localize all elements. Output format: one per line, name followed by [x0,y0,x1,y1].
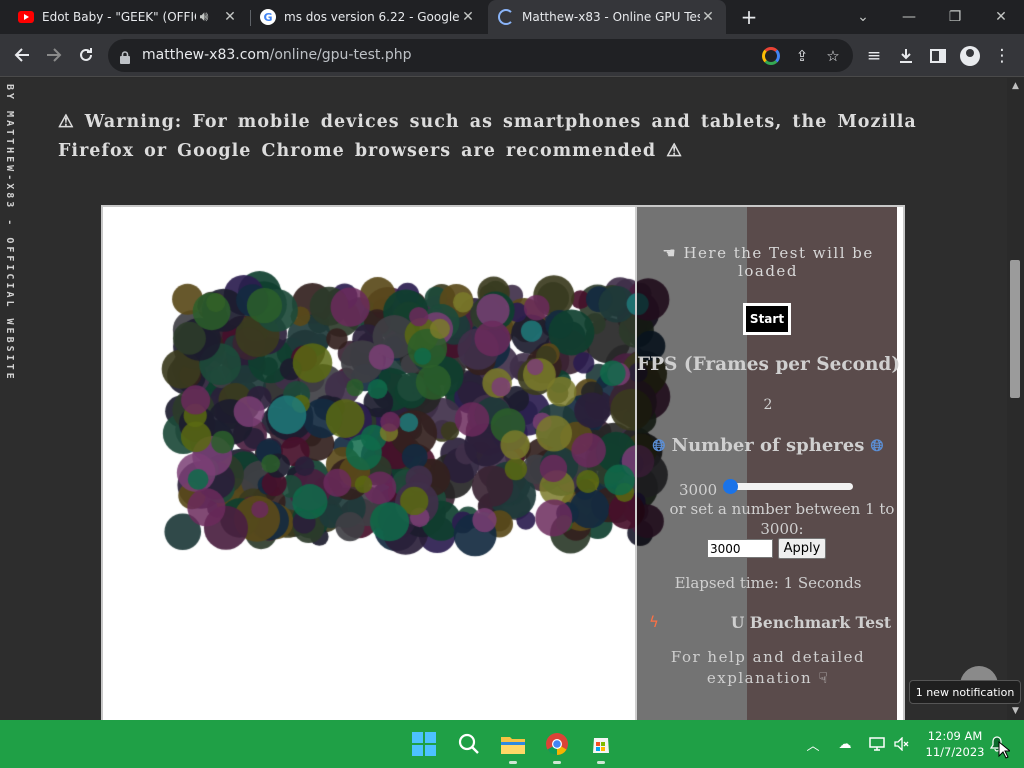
panel-shade [747,207,897,720]
forward-icon[interactable] [41,42,67,68]
scroll-up-icon[interactable]: ▲ [1010,81,1021,92]
search-icon[interactable] [455,730,483,758]
chevron-up-icon[interactable]: ︿ [803,734,823,754]
minimize-icon[interactable]: — [886,0,932,34]
close-icon[interactable]: ✕ [700,9,716,25]
notification-tooltip: 1 new notification [909,680,1021,704]
bookmark-star-icon[interactable]: ☆ [822,45,844,67]
elapsed-time: Elapsed time: 1 Seconds [674,574,862,592]
sphere-count: 3000 [679,481,718,499]
scroll-thumb[interactable] [1010,260,1020,398]
browser-warning: ⚠ Warning: For mobile devices such as sm… [58,112,917,161]
tab-title: Edot Baby - "GEEK" (OFFICIA [42,10,196,24]
clock-time: 12:09 AM [927,729,983,743]
download-icon[interactable] [893,43,919,69]
volume-muted-icon[interactable] [892,734,912,754]
globe-icon: 🌐︎ [652,436,666,455]
youtube-icon [18,11,34,23]
url-text: matthew-x83.com/online/gpu-test.php [142,47,412,63]
onedrive-icon[interactable]: ☁ [835,734,855,754]
reading-list-icon[interactable]: ≡ [861,43,887,69]
start-button[interactable]: Start [743,303,791,335]
speaker-icon[interactable]: 🔊︎ [196,9,212,25]
tab-google-search[interactable]: G ms dos version 6.22 - Google Se ✕ [250,0,486,34]
help-link[interactable]: For help and detailed explanation ☟ [657,647,879,689]
reload-icon[interactable] [73,42,99,68]
lock-icon[interactable] [120,49,130,68]
page-scrollbar[interactable]: ▲ ▼ [1007,78,1024,720]
side-branding: BY MATTHEW-X83 - OFFICIAL WEBSITE [4,84,15,382]
address-bar[interactable]: matthew-x83.com/online/gpu-test.php ⇪ ☆ [108,39,853,72]
tab-title: Matthew-x83 - Online GPU Test [522,10,700,24]
test-load-note: ☚ Here the Test will be loaded [662,244,874,280]
tab-gpu-test[interactable]: Matthew-x83 - Online GPU Test ✕ [488,0,726,34]
back-icon[interactable] [9,42,35,68]
share-icon[interactable]: ⇪ [791,45,813,67]
file-explorer-icon[interactable] [499,730,527,764]
chrome-icon[interactable] [543,730,571,764]
google-icon: G [260,9,276,25]
side-panel-icon[interactable] [925,43,951,69]
clock-date: 11/7/2023 [925,745,985,759]
slider-thumb[interactable] [723,479,738,494]
apply-button[interactable]: Apply [778,538,826,559]
mouse-cursor-icon [994,740,1014,760]
tab-strip: Edot Baby - "GEEK" (OFFICIA 🔊︎ ✕ G ms do… [0,0,1024,34]
tab-search-icon[interactable]: ⌄ [840,0,886,34]
control-panel: ☚ Here the Test will be loaded Start FPS… [635,207,901,720]
new-tab-button[interactable]: + [737,5,761,29]
windows-taskbar: ︿ ☁ 12:09 AM 11/7/2023 [0,720,1024,768]
fps-title: FPS (Frames per Second) [637,354,901,375]
benchmark-title: U Benchmark Test [730,613,891,632]
tab-title: ms dos version 6.22 - Google Se [284,10,460,24]
google-lens-icon[interactable] [760,45,782,67]
tab-youtube[interactable]: Edot Baby - "GEEK" (OFFICIA 🔊︎ ✕ [8,0,248,34]
scroll-down-icon[interactable]: ▼ [1010,706,1021,717]
menu-kebab-icon[interactable]: ⋮ [989,43,1015,69]
spheres-title: 🌐︎ Number of spheres 🌐︎ [652,435,884,456]
sphere-number-input[interactable]: 3000 [707,539,773,558]
network-icon[interactable] [867,734,887,754]
profile-avatar[interactable] [957,43,983,69]
close-icon[interactable]: ✕ [460,9,476,25]
range-hint: or set a number between 1 to 3000: [669,500,895,538]
spheres-slider[interactable] [723,479,853,494]
restore-icon[interactable]: ❐ [932,0,978,34]
microsoft-store-icon[interactable] [587,730,615,764]
gpu-test-frame: ☚ Here the Test will be loaded Start FPS… [101,205,905,720]
browser-toolbar: matthew-x83.com/online/gpu-test.php ⇪ ☆ … [0,34,1024,77]
window-close-icon[interactable]: ✕ [978,0,1024,34]
system-clock[interactable]: 12:09 AM 11/7/2023 [918,728,992,760]
windows-start-icon[interactable] [410,730,438,758]
fps-value: 2 [763,397,773,413]
loading-icon [498,9,514,25]
globe-icon: 🌐︎ [870,436,884,455]
web-page: BY MATTHEW-X83 - OFFICIAL WEBSITE ⚠ Warn… [0,78,1007,720]
close-icon[interactable]: ✕ [222,9,238,25]
